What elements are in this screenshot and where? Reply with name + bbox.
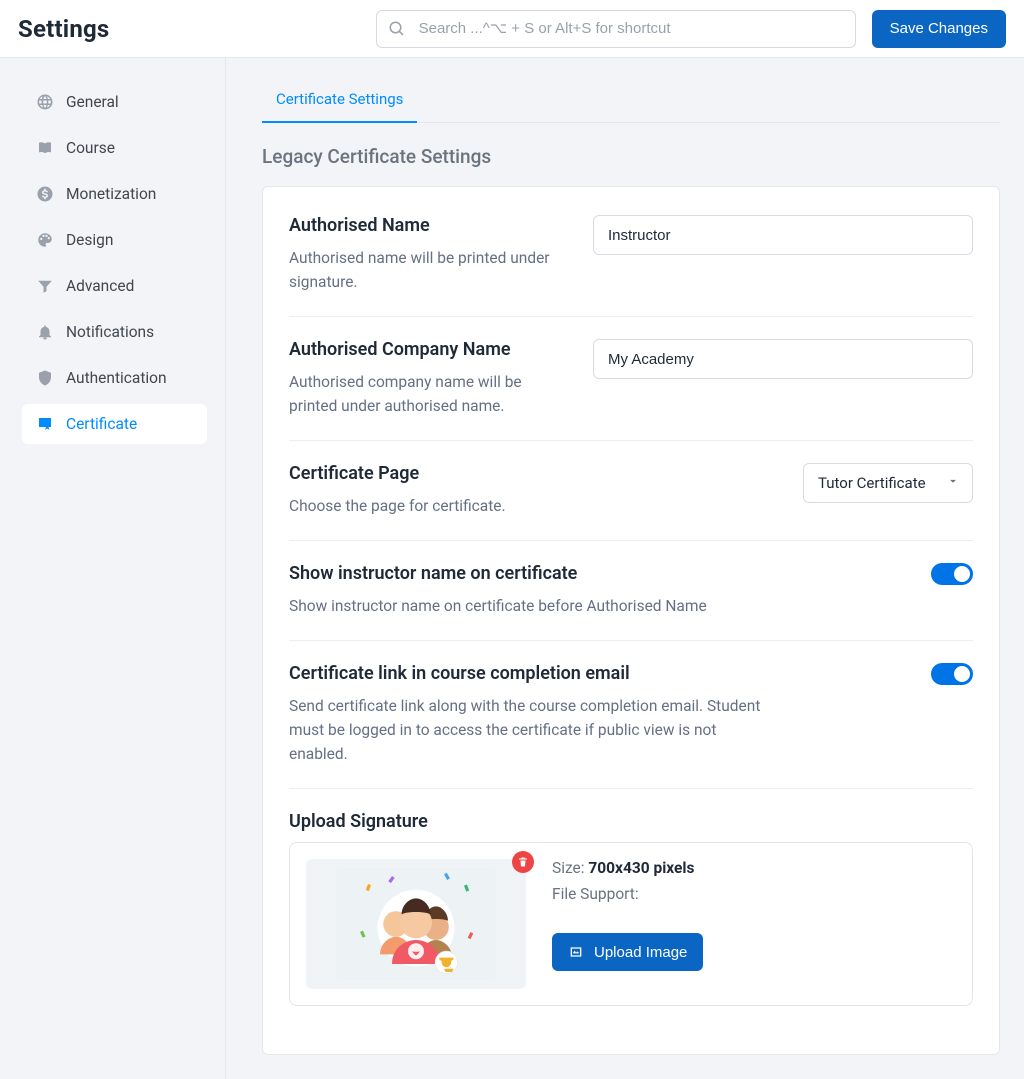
select-value: Tutor Certificate bbox=[818, 474, 926, 492]
sidebar-item-label: Advanced bbox=[66, 277, 134, 295]
row-upload-signature: Upload Signature bbox=[289, 789, 973, 1028]
search-input[interactable] bbox=[376, 10, 856, 48]
authorised-company-input[interactable] bbox=[593, 339, 973, 379]
sidebar-item-authentication[interactable]: Authentication bbox=[22, 358, 207, 398]
sidebar-item-label: Certificate bbox=[66, 415, 137, 433]
row-cert-link-email: Certificate link in course completion em… bbox=[289, 641, 973, 789]
show-instructor-toggle[interactable] bbox=[931, 563, 973, 585]
sidebar-item-certificate[interactable]: Certificate bbox=[22, 404, 207, 444]
chevron-down-icon bbox=[946, 474, 960, 492]
trash-icon bbox=[517, 856, 529, 868]
setting-description: Choose the page for certificate. bbox=[289, 494, 767, 518]
setting-description: Show instructor name on certificate befo… bbox=[289, 594, 767, 618]
section-title: Legacy Certificate Settings bbox=[262, 145, 1000, 168]
setting-title: Authorised Company Name bbox=[289, 339, 557, 360]
setting-title: Certificate Page bbox=[289, 463, 767, 484]
row-show-instructor-name: Show instructor name on certificate Show… bbox=[289, 541, 973, 641]
sidebar-item-monetization[interactable]: Monetization bbox=[22, 174, 207, 214]
content-area: Certificate Settings Legacy Certificate … bbox=[225, 58, 1024, 1079]
sidebar-item-notifications[interactable]: Notifications bbox=[22, 312, 207, 352]
settings-panel: Authorised Name Authorised name will be … bbox=[262, 186, 1000, 1055]
app-header: Settings Save Changes bbox=[0, 0, 1024, 58]
setting-title: Certificate link in course completion em… bbox=[289, 663, 767, 684]
page-title: Settings bbox=[18, 15, 109, 43]
signature-thumbnail bbox=[306, 859, 526, 989]
sidebar-item-advanced[interactable]: Advanced bbox=[22, 266, 207, 306]
sidebar-item-label: Design bbox=[66, 231, 113, 249]
row-authorised-name: Authorised Name Authorised name will be … bbox=[289, 197, 973, 317]
row-authorised-company: Authorised Company Name Authorised compa… bbox=[289, 317, 973, 441]
search-field-wrap bbox=[376, 10, 856, 48]
sidebar-item-label: Notifications bbox=[66, 323, 154, 341]
upload-image-button[interactable]: Upload Image bbox=[552, 933, 703, 971]
setting-description: Authorised name will be printed under si… bbox=[289, 246, 557, 294]
authorised-name-input[interactable] bbox=[593, 215, 973, 255]
sidebar-item-label: Course bbox=[66, 139, 115, 157]
sidebar-item-course[interactable]: Course bbox=[22, 128, 207, 168]
row-certificate-page: Certificate Page Choose the page for cer… bbox=[289, 441, 973, 541]
upload-support: File Support: bbox=[552, 885, 703, 903]
save-changes-button[interactable]: Save Changes bbox=[872, 10, 1006, 48]
shield-icon bbox=[36, 369, 54, 387]
settings-sidebar: General Course Monetization Design Advan… bbox=[0, 58, 225, 1079]
book-icon bbox=[36, 139, 54, 157]
upload-info: Size: 700x430 pixels File Support: Uploa… bbox=[552, 859, 703, 971]
setting-title: Upload Signature bbox=[289, 811, 973, 832]
bell-icon bbox=[36, 323, 54, 341]
upload-signature-box: Size: 700x430 pixels File Support: Uploa… bbox=[289, 842, 973, 1006]
sidebar-item-general[interactable]: General bbox=[22, 82, 207, 122]
image-icon bbox=[568, 944, 584, 960]
search-icon bbox=[388, 20, 406, 38]
cert-link-email-toggle[interactable] bbox=[931, 663, 973, 685]
setting-title: Show instructor name on certificate bbox=[289, 563, 767, 584]
upload-size: Size: 700x430 pixels bbox=[552, 859, 703, 877]
setting-description: Authorised company name will be printed … bbox=[289, 370, 557, 418]
certificate-icon bbox=[36, 415, 54, 433]
delete-signature-button[interactable] bbox=[512, 851, 534, 873]
signature-image bbox=[336, 864, 496, 984]
sidebar-item-design[interactable]: Design bbox=[22, 220, 207, 260]
setting-title: Authorised Name bbox=[289, 215, 557, 236]
globe-icon bbox=[36, 93, 54, 111]
dollar-icon bbox=[36, 185, 54, 203]
setting-description: Send certificate link along with the cou… bbox=[289, 694, 767, 766]
certificate-page-select[interactable]: Tutor Certificate bbox=[803, 463, 973, 503]
sidebar-item-label: General bbox=[66, 93, 119, 111]
filter-icon bbox=[36, 277, 54, 295]
palette-icon bbox=[36, 231, 54, 249]
sidebar-item-label: Monetization bbox=[66, 185, 156, 203]
tab-certificate-settings[interactable]: Certificate Settings bbox=[262, 82, 417, 122]
tab-bar: Certificate Settings bbox=[262, 82, 1000, 123]
sidebar-item-label: Authentication bbox=[66, 369, 167, 387]
